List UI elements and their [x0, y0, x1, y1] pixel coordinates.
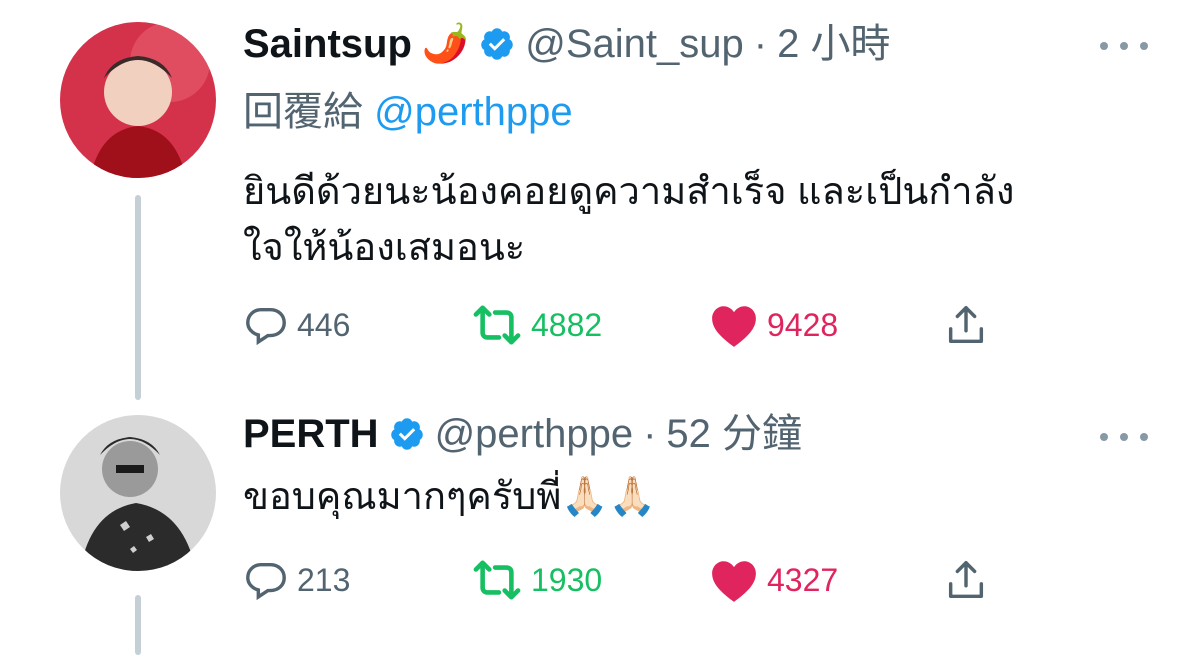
- display-name[interactable]: Saintsup: [243, 20, 412, 68]
- like-button[interactable]: 9428: [709, 300, 838, 350]
- retweet-button[interactable]: 4882: [471, 300, 602, 350]
- tweet-header: Saintsup 🌶️ @Saint_sup · 2 小時: [243, 20, 890, 68]
- reply-count: 446: [297, 306, 351, 343]
- tweet-text-line: ใจให้น้องเสมอนะ: [243, 227, 526, 269]
- timestamp[interactable]: 2 小時: [777, 20, 890, 68]
- timestamp[interactable]: 52 分鐘: [666, 410, 802, 458]
- share-icon: [948, 561, 984, 599]
- share-icon: [948, 306, 984, 344]
- heart-icon: [712, 306, 756, 347]
- like-count: 4327: [767, 561, 839, 598]
- avatar-saintsup[interactable]: [60, 22, 216, 178]
- heart-icon: [712, 561, 756, 602]
- tweet-text-line: ยินดีด้วยนะน้องคอยดูความสำเร็จ และเป็นกำ…: [243, 171, 1015, 213]
- action-bar: 446 4882 9428: [243, 300, 1003, 350]
- action-bar: 213 1930 4327: [243, 555, 1003, 605]
- reply-handle-link[interactable]: @perthppe: [374, 90, 573, 134]
- tweet-text: ขอบคุณมากๆครับพี่🙏🏻🙏🏻: [243, 476, 657, 518]
- reply-button[interactable]: 446: [243, 300, 350, 350]
- like-button[interactable]: 4327: [709, 555, 838, 605]
- reply-count: 213: [297, 561, 351, 598]
- retweet-count: 1930: [531, 561, 603, 598]
- tweet-saintsup[interactable]: Saintsup 🌶️ @Saint_sup · 2 小時 回覆給 @perth…: [0, 0, 1200, 405]
- tweet-perth[interactable]: PERTH @perthppe · 52 分鐘 ขอบคุณมากๆครับพี…: [0, 405, 1200, 655]
- handle[interactable]: @Saint_sup: [525, 20, 744, 68]
- more-icon[interactable]: [1100, 427, 1148, 447]
- share-button[interactable]: [943, 555, 997, 605]
- separator-dot: ·: [643, 412, 657, 456]
- chili-emoji: 🌶️: [421, 23, 470, 65]
- retweet-icon: [473, 305, 521, 345]
- tweet-text: ยินดีด้วยนะน้องคอยดูความสำเร็จ และเป็นกำ…: [243, 164, 1143, 276]
- replying-to: 回覆給 @perthppe: [243, 88, 573, 136]
- retweet-icon: [473, 560, 521, 600]
- retweet-button[interactable]: 1930: [471, 555, 602, 605]
- share-button[interactable]: [943, 300, 997, 350]
- thread-line: [135, 595, 141, 655]
- verified-badge-icon: [481, 28, 513, 60]
- retweet-count: 4882: [531, 306, 603, 343]
- display-name[interactable]: PERTH: [243, 410, 379, 458]
- reply-icon: [246, 562, 286, 601]
- verified-badge-icon: [390, 418, 423, 450]
- separator-dot: ·: [753, 22, 768, 66]
- thread-line: [135, 195, 141, 400]
- reply-prefix: 回覆給: [243, 90, 363, 134]
- like-count: 9428: [767, 306, 839, 343]
- tweet-header: PERTH @perthppe · 52 分鐘: [243, 410, 802, 458]
- avatar-perth[interactable]: [60, 415, 216, 571]
- handle[interactable]: @perthppe: [435, 410, 634, 458]
- reply-button[interactable]: 213: [243, 555, 350, 605]
- reply-icon: [246, 307, 286, 346]
- more-icon[interactable]: [1100, 36, 1148, 56]
